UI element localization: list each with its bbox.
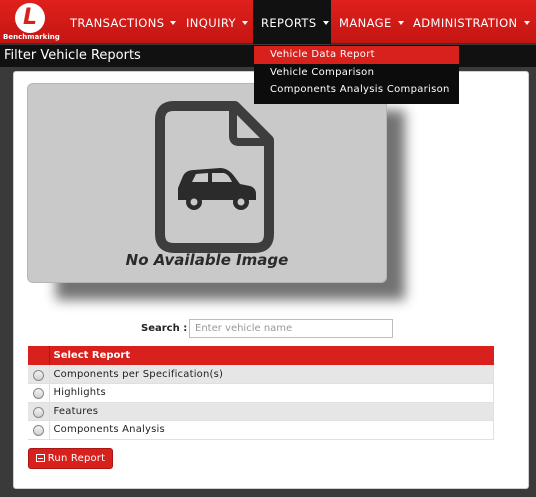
table-row[interactable]: Highlights bbox=[28, 383, 494, 403]
nav-reports[interactable]: REPORTS bbox=[253, 0, 331, 44]
report-selection-table: Select Report Components per Specificati… bbox=[28, 346, 494, 440]
nav-administration[interactable]: ADMINISTRATION bbox=[413, 0, 530, 44]
nav-label: INQUIRY bbox=[186, 16, 236, 30]
select-column-header bbox=[28, 346, 50, 365]
caret-down-icon bbox=[523, 21, 530, 25]
logo-text: Benchmarking bbox=[3, 33, 60, 41]
logo-mark: L bbox=[15, 3, 45, 33]
nav-transactions[interactable]: TRANSACTIONS bbox=[70, 0, 177, 44]
table-row[interactable]: Features bbox=[28, 402, 494, 421]
nav-label: ADMINISTRATION bbox=[413, 16, 518, 30]
radio-button[interactable] bbox=[32, 425, 44, 437]
table-row[interactable]: Components per Specification(s) bbox=[28, 365, 494, 384]
radio-button[interactable] bbox=[32, 406, 44, 418]
menu-item-vehicle-comparison[interactable]: Vehicle Comparison bbox=[254, 64, 459, 82]
nav-label: TRANSACTIONS bbox=[70, 16, 165, 30]
top-navbar: L Benchmarking TRANSACTIONS INQUIRY REPO… bbox=[0, 0, 536, 44]
brand-logo[interactable]: L Benchmarking bbox=[3, 2, 60, 42]
caret-down-icon bbox=[170, 21, 177, 25]
search-label: Search : bbox=[141, 323, 188, 334]
report-option-label: Features bbox=[49, 402, 494, 421]
nav-manage[interactable]: MANAGE bbox=[339, 0, 404, 44]
nav-label: REPORTS bbox=[261, 16, 317, 30]
no-image-caption: No Available Image bbox=[125, 251, 289, 269]
report-option-label: Highlights bbox=[49, 383, 494, 403]
nav-label: MANAGE bbox=[339, 16, 392, 30]
menu-item-components-analysis-comparison[interactable]: Components Analysis Comparison bbox=[254, 81, 459, 99]
report-option-label: Components per Specification(s) bbox=[49, 365, 494, 384]
caret-down-icon bbox=[241, 21, 248, 25]
report-column-header: Select Report bbox=[49, 346, 494, 365]
run-report-label: Run Report bbox=[47, 453, 106, 464]
run-report-button[interactable]: Run Report bbox=[28, 448, 113, 469]
menu-item-vehicle-data-report[interactable]: Vehicle Data Report bbox=[254, 46, 459, 64]
radio-button[interactable] bbox=[32, 388, 44, 400]
caret-down-icon bbox=[397, 21, 404, 25]
caret-down-icon bbox=[322, 21, 329, 25]
report-option-label: Components Analysis bbox=[49, 420, 494, 440]
report-icon bbox=[35, 454, 45, 462]
nav-inquiry[interactable]: INQUIRY bbox=[186, 0, 248, 44]
vehicle-image-placeholder: No Available Image bbox=[27, 83, 387, 283]
table-header-row: Select Report bbox=[28, 346, 494, 365]
table-row[interactable]: Components Analysis bbox=[28, 420, 494, 440]
radio-button[interactable] bbox=[32, 369, 44, 381]
vehicle-search-input[interactable] bbox=[189, 319, 393, 338]
reports-dropdown-menu: Vehicle Data Report Vehicle Comparison C… bbox=[254, 46, 459, 104]
